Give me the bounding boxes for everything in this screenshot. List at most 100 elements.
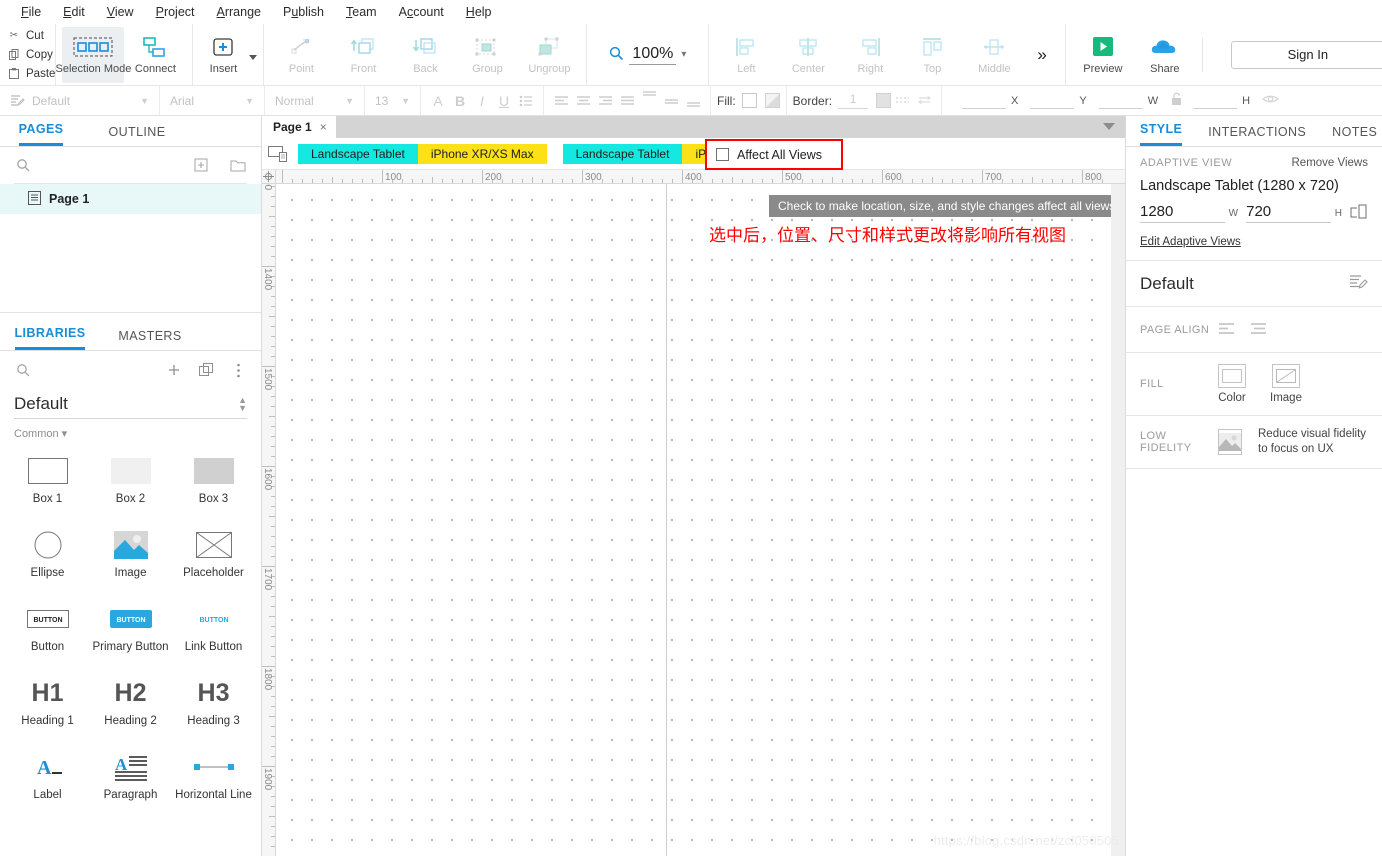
underline-icon[interactable]: U xyxy=(493,90,515,112)
duplicate-library-icon[interactable] xyxy=(197,361,215,379)
page-align-center-icon[interactable] xyxy=(1250,322,1268,338)
font-size-dropdown[interactable]: 13 ▼ xyxy=(371,90,414,112)
widget-paragraph[interactable]: A Paragraph xyxy=(89,742,172,816)
menu-item-edit[interactable]: Edit xyxy=(52,0,96,24)
search-icon[interactable] xyxy=(14,156,32,174)
menu-item-file[interactable]: File xyxy=(10,0,52,24)
widget-label-text[interactable]: A Label xyxy=(6,742,89,816)
align-top-button[interactable]: Top xyxy=(901,27,963,83)
valign-bottom-icon[interactable] xyxy=(682,90,704,112)
fill-image-option[interactable]: Image xyxy=(1270,364,1302,404)
x-input[interactable] xyxy=(962,92,1007,109)
connect-mode-button[interactable]: Connect xyxy=(124,27,186,83)
align-middle-button[interactable]: Middle xyxy=(963,27,1025,83)
edit-style-icon[interactable] xyxy=(1349,274,1368,294)
left-panel-splitter[interactable] xyxy=(0,312,261,320)
chevron-down-icon[interactable]: ▾ xyxy=(681,49,686,60)
adaptive-view-chip-iphone-xr[interactable]: iPhone XR/XS Max xyxy=(417,143,547,164)
design-canvas[interactable]: Check to make location, size, and style … xyxy=(276,184,1111,856)
share-button[interactable]: Share xyxy=(1134,27,1196,83)
page-align-left-icon[interactable] xyxy=(1218,322,1236,338)
y-input[interactable] xyxy=(1030,92,1075,109)
align-text-center-icon[interactable] xyxy=(572,90,594,112)
valign-top-icon[interactable] xyxy=(638,90,660,112)
tab-masters[interactable]: MASTERS xyxy=(100,320,200,350)
widget-horizontal-line[interactable]: Horizontal Line xyxy=(172,742,255,816)
tab-libraries[interactable]: LIBRARIES xyxy=(0,320,100,350)
widget-image[interactable]: Image xyxy=(89,520,172,594)
ruler-origin-icon[interactable] xyxy=(262,170,276,184)
add-library-icon[interactable] xyxy=(165,361,183,379)
menu-item-project[interactable]: Project xyxy=(145,0,206,24)
adaptive-view-chip-landscape-tablet-1[interactable]: Landscape Tablet xyxy=(298,143,418,164)
remove-views-link[interactable]: Remove Views xyxy=(1292,157,1369,169)
align-left-button[interactable]: Left xyxy=(715,27,777,83)
border-dash-icon[interactable] xyxy=(891,90,913,112)
rotate-orientation-icon[interactable] xyxy=(1350,204,1368,223)
w-input[interactable] xyxy=(1098,92,1143,109)
vertical-ruler[interactable]: 1300 1400 1500 1600 1700 1800 1900 xyxy=(262,184,276,856)
insert-button[interactable]: Insert xyxy=(199,27,247,83)
tab-pages[interactable]: PAGES xyxy=(0,116,82,146)
group-button[interactable]: Group xyxy=(456,27,518,83)
canvas-vertical-guide[interactable] xyxy=(666,184,667,856)
sign-in-button[interactable]: Sign In xyxy=(1230,40,1382,69)
h-input[interactable] xyxy=(1193,92,1238,109)
point-button[interactable]: Point xyxy=(270,27,332,83)
stepper-icon[interactable]: ▲ ▼ xyxy=(238,395,247,412)
italic-icon[interactable]: I xyxy=(471,90,493,112)
add-page-icon[interactable] xyxy=(192,156,210,174)
toolbar-overflow-button[interactable]: » xyxy=(1025,45,1058,65)
widget-box-3[interactable]: Box 3 xyxy=(172,446,255,520)
horizontal-ruler[interactable]: 100 200 300 400 500 600 700 800 xyxy=(276,170,1111,184)
widget-style-dropdown[interactable]: Default ▼ xyxy=(28,90,153,112)
bold-icon[interactable]: B xyxy=(449,90,471,112)
bring-front-button[interactable]: Front xyxy=(332,27,394,83)
widget-ellipse[interactable]: Ellipse xyxy=(6,520,89,594)
tab-notes[interactable]: NOTES xyxy=(1332,116,1377,146)
widget-link-button[interactable]: BUTTON Link Button xyxy=(172,594,255,668)
bullet-list-icon[interactable] xyxy=(515,90,537,112)
preview-button[interactable]: Preview xyxy=(1072,27,1134,83)
menu-item-help[interactable]: Help xyxy=(455,0,503,24)
library-section-header[interactable]: Common ▾ xyxy=(0,419,261,444)
widget-button[interactable]: BUTTON Button xyxy=(6,594,89,668)
border-color-swatch[interactable] xyxy=(876,93,892,108)
page-style-name[interactable]: Default xyxy=(1140,274,1194,294)
border-width-input[interactable]: 1 xyxy=(838,92,869,109)
paste-button[interactable]: Paste xyxy=(8,64,55,83)
library-options-icon[interactable] xyxy=(229,361,247,379)
widget-heading-2[interactable]: H2 Heading 2 xyxy=(89,668,172,742)
page-tab-page-1[interactable]: Page 1 × xyxy=(262,116,336,138)
ungroup-button[interactable]: Ungroup xyxy=(518,27,580,83)
zoom-value[interactable]: 100% xyxy=(629,45,677,65)
menu-item-publish[interactable]: Publish xyxy=(272,0,335,24)
close-icon[interactable]: × xyxy=(320,120,327,134)
page-tabs-dropdown-caret[interactable] xyxy=(1103,123,1115,130)
align-right-button[interactable]: Right xyxy=(839,27,901,83)
border-arrow-icon[interactable] xyxy=(913,90,935,112)
valign-middle-icon[interactable] xyxy=(660,90,682,112)
edit-adaptive-views-link[interactable]: Edit Adaptive Views xyxy=(1140,236,1241,248)
fill-gradient-swatch[interactable] xyxy=(764,93,780,108)
cut-button[interactable]: ✂ Cut xyxy=(8,26,55,45)
search-icon[interactable] xyxy=(14,361,32,379)
widget-primary-button[interactable]: BUTTON Primary Button xyxy=(89,594,172,668)
menu-item-view[interactable]: View xyxy=(96,0,145,24)
fill-color-option[interactable]: Color xyxy=(1218,364,1246,404)
copy-button[interactable]: Copy xyxy=(8,45,55,64)
style-edit-icon[interactable] xyxy=(6,90,28,112)
add-folder-icon[interactable] xyxy=(229,156,247,174)
view-width-input[interactable]: 1280 xyxy=(1140,203,1225,223)
low-fidelity-toggle[interactable] xyxy=(1218,429,1242,455)
view-height-input[interactable]: 720 xyxy=(1246,203,1331,223)
adaptive-view-chip-landscape-tablet-2[interactable]: Landscape Tablet xyxy=(562,143,683,164)
font-color-icon[interactable]: A xyxy=(427,90,449,112)
menu-item-team[interactable]: Team xyxy=(335,0,388,24)
page-list-item-page-1[interactable]: Page 1 xyxy=(0,184,261,214)
font-weight-dropdown[interactable]: Normal ▼ xyxy=(271,90,358,112)
send-back-button[interactable]: Back xyxy=(394,27,456,83)
lock-aspect-icon[interactable] xyxy=(1170,92,1183,109)
tab-style[interactable]: STYLE xyxy=(1140,116,1183,146)
widget-heading-1[interactable]: H1 Heading 1 xyxy=(6,668,89,742)
